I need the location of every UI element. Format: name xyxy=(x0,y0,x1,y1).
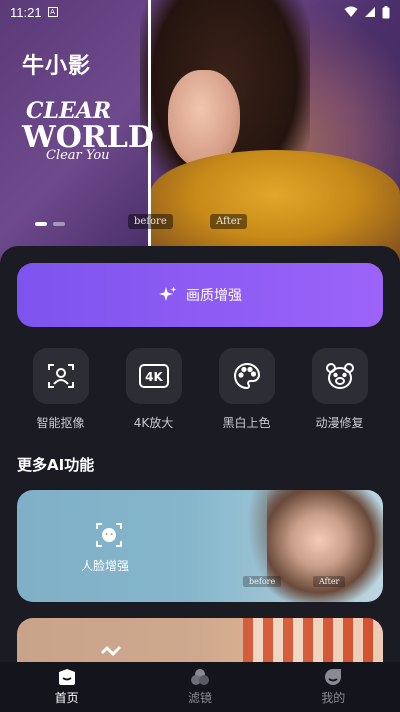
tool-icon-box xyxy=(32,348,89,404)
feature-card-next[interactable] xyxy=(17,618,383,662)
signal-icon xyxy=(365,7,375,17)
nav-label: 滤镜 xyxy=(187,691,212,705)
status-bar: 11:21 A xyxy=(0,0,400,24)
image-enhance-label: 画质增强 xyxy=(186,288,242,304)
status-time: 11:21 xyxy=(10,4,42,20)
tool-grid: 智能抠像 4K 4K放大 黑白上色 动漫修复 xyxy=(0,348,400,431)
app-logo: 牛小影 xyxy=(22,54,92,79)
tool-label: 动漫修复 xyxy=(315,416,364,430)
feature-icon xyxy=(101,646,121,656)
carousel-indicator xyxy=(35,222,65,226)
more-ai-section-title: 更多AI功能 xyxy=(17,456,95,474)
feature-card-face-enhance[interactable]: 人脸增强 before After xyxy=(17,490,383,602)
feature-card-label: 人脸增强 xyxy=(81,559,130,573)
4k-icon: 4K xyxy=(138,364,169,388)
tool-icon-box xyxy=(218,348,275,404)
tool-label: 4K放大 xyxy=(133,416,174,430)
filter-icon xyxy=(190,669,209,685)
sparkle-icon xyxy=(159,286,177,301)
tool-label: 黑白上色 xyxy=(222,416,271,430)
nav-label: 首页 xyxy=(54,691,79,705)
home-icon xyxy=(58,669,75,685)
hero-banner[interactable]: 11:21 A 牛小影 CLEAR WORLD Clear You before… xyxy=(0,0,400,262)
nav-label: 我的 xyxy=(321,691,346,705)
nav-tab-home[interactable]: 首页 xyxy=(27,668,107,706)
nav-tab-profile[interactable]: 我的 xyxy=(293,668,373,706)
tool-smart-cutout[interactable]: 智能抠像 xyxy=(24,348,98,431)
card-photo-awning xyxy=(243,618,383,662)
palette-icon xyxy=(233,362,260,390)
carousel-dot xyxy=(53,222,65,226)
tool-icon-box: 4K xyxy=(125,348,182,404)
face-enhance-icon xyxy=(96,523,122,547)
tool-4k-upscale[interactable]: 4K 4K放大 xyxy=(117,348,191,431)
after-label: After xyxy=(210,214,248,229)
profile-icon xyxy=(325,669,342,685)
wifi-icon xyxy=(344,6,358,17)
sim-icon: A xyxy=(47,7,58,17)
svg-text:4K: 4K xyxy=(145,370,163,384)
portrait-cutout-icon xyxy=(47,364,74,388)
tool-icon-box xyxy=(311,348,368,404)
before-label: before xyxy=(128,214,173,229)
card-after-label: After xyxy=(313,576,346,587)
card-before-label: before xyxy=(243,576,282,587)
carousel-dot-active xyxy=(35,222,47,226)
main-sheet: 画质增强 智能抠像 4K 4K放大 黑白上色 动漫修复 更多AI功能 人脸增强 … xyxy=(0,246,400,662)
image-enhance-button[interactable]: 画质增强 xyxy=(17,263,383,327)
tool-anime-repair[interactable]: 动漫修复 xyxy=(303,348,377,431)
status-icons xyxy=(344,5,390,19)
bear-face-icon xyxy=(325,363,354,389)
hero-tagline-script: Clear You xyxy=(46,148,110,163)
nav-tab-filter[interactable]: 滤镜 xyxy=(160,668,240,706)
bottom-navigation: 首页 滤镜 我的 xyxy=(0,662,400,712)
tool-label: 智能抠像 xyxy=(36,416,85,430)
battery-icon xyxy=(382,5,390,18)
tool-colorize[interactable]: 黑白上色 xyxy=(210,348,284,431)
